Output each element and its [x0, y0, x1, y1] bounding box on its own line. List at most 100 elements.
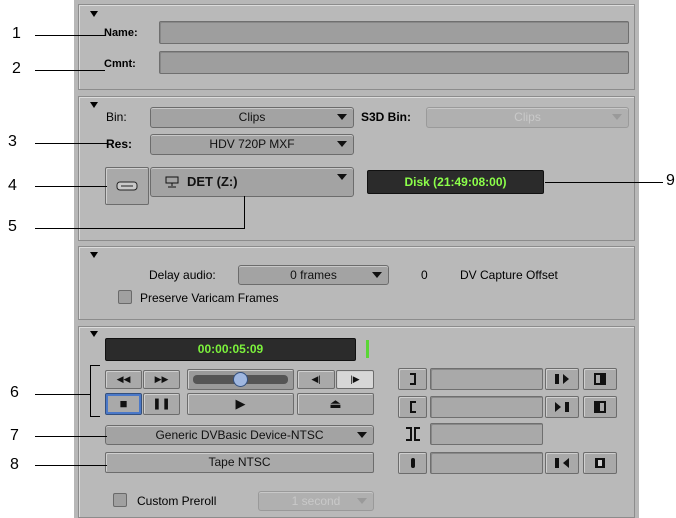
s3d-bin-label: S3D Bin: [361, 110, 412, 124]
callout-4-line [35, 186, 107, 187]
callout-3-line [35, 143, 107, 144]
callout-2: 2 [12, 60, 21, 77]
callout-8-line [35, 465, 107, 466]
bracket-left-icon [409, 401, 416, 413]
name-field[interactable] [159, 21, 629, 44]
fast-forward-button[interactable]: ▶▶ [143, 370, 180, 389]
custom-preroll-label: Custom Preroll [137, 494, 217, 508]
drive-icon [165, 176, 179, 188]
callout-5: 5 [8, 218, 17, 235]
clip-name-field[interactable] [430, 452, 543, 474]
clear-in-button[interactable] [583, 368, 617, 390]
step-back-button[interactable]: ◀| [297, 370, 335, 389]
callout-7: 7 [10, 427, 19, 444]
callout-1-line [35, 35, 105, 36]
comment-field[interactable] [159, 51, 629, 74]
resolution-dropdown[interactable]: HDV 720P MXF [150, 134, 354, 155]
mark-out-button[interactable] [545, 396, 579, 418]
callout-6-line [35, 394, 90, 395]
mark-in-icon [555, 374, 569, 384]
drive-icon [116, 181, 138, 191]
stop-button[interactable]: ■ [105, 393, 142, 415]
callout-2-line [35, 70, 105, 71]
callout-3: 3 [8, 133, 17, 150]
fast-forward-icon: ▶▶ [154, 374, 169, 384]
eject-icon: ⏏ [329, 396, 342, 411]
mark-in-button[interactable] [545, 368, 579, 390]
go-to-in-button[interactable] [398, 368, 427, 390]
bracket-right-icon [409, 373, 416, 385]
callout-9: 9 [666, 172, 675, 189]
chevron-down-icon [357, 432, 367, 438]
clear-in-icon [594, 373, 606, 385]
clear-out-button[interactable] [583, 396, 617, 418]
delay-audio-dropdown[interactable]: 0 frames [238, 265, 389, 285]
chevron-down-icon [612, 114, 622, 120]
collapse-triangle-icon[interactable] [90, 102, 98, 108]
log-clip-button[interactable] [545, 452, 579, 474]
eject-button[interactable]: ⏏ [297, 393, 374, 415]
callout-7-line [35, 436, 107, 437]
res-label: Res: [106, 137, 133, 151]
collapse-triangle-icon[interactable] [90, 11, 98, 17]
delay-audio-value: 0 frames [290, 268, 337, 282]
rewind-icon: ◀◀ [116, 374, 131, 384]
chevron-down-icon [372, 272, 382, 278]
callout-8: 8 [10, 456, 19, 473]
goto-mark-button[interactable] [398, 452, 427, 474]
step-forward-button[interactable]: |▶ [336, 370, 374, 389]
preroll-value: 1 second [291, 494, 341, 508]
collapse-triangle-icon[interactable] [90, 331, 98, 337]
pause-button[interactable]: ❚❚ [143, 393, 180, 415]
dv-offset-label: DV Capture Offset [460, 268, 558, 282]
name-section [78, 4, 635, 90]
callout-5-line [35, 228, 245, 229]
callout-9-line [545, 182, 663, 183]
chevron-down-icon [337, 141, 347, 147]
name-label: Name: [104, 27, 138, 39]
deck-status-indicator [366, 340, 369, 358]
target-drive-dropdown[interactable]: DET (Z:) [150, 167, 354, 197]
shuttle-knob[interactable] [233, 372, 248, 387]
play-icon: ▶ [235, 396, 246, 411]
deck-device-dropdown[interactable]: Generic DVBasic Device-NTSC [105, 425, 374, 445]
s3d-bin-dropdown: Clips [426, 107, 629, 128]
callout-1: 1 [12, 25, 21, 42]
custom-preroll-checkbox[interactable] [113, 493, 127, 507]
disk-space-display: Disk (21:49:08:00) [367, 170, 544, 194]
pause-icon: ❚❚ [152, 398, 171, 410]
preserve-varicam-checkbox[interactable] [118, 290, 132, 304]
single-drive-toggle-button[interactable] [105, 167, 149, 205]
delay-audio-label: Delay audio: [149, 268, 216, 282]
chevron-down-icon [357, 498, 367, 504]
bin-value: Clips [238, 110, 266, 124]
callout-5-line-vertical [244, 196, 245, 229]
shuttle-slider[interactable] [187, 369, 294, 390]
go-to-out-button[interactable] [398, 396, 427, 418]
step-forward-icon: |▶ [350, 374, 360, 384]
resolution-value: HDV 720P MXF [209, 137, 295, 151]
callout-6: 6 [10, 384, 19, 401]
record-button[interactable] [583, 452, 617, 474]
collapse-triangle-icon[interactable] [90, 252, 98, 258]
callout-4: 4 [8, 177, 17, 194]
disk-space-value: Disk (21:49:08:00) [404, 175, 507, 189]
rewind-button[interactable]: ◀◀ [105, 370, 142, 389]
log-clip-icon [555, 458, 569, 468]
tape-name-button[interactable]: Tape NTSC [105, 452, 374, 473]
chevron-down-icon [337, 174, 347, 180]
marker-icon [410, 458, 415, 468]
duration-timecode-field[interactable] [430, 423, 543, 445]
mark-in-timecode-field[interactable] [430, 368, 543, 390]
duration-icon [404, 426, 422, 442]
mark-out-timecode-field[interactable] [430, 396, 543, 418]
play-button[interactable]: ▶ [187, 393, 294, 415]
stop-icon: ■ [119, 396, 128, 411]
comment-label: Cmnt: [104, 58, 136, 70]
bin-dropdown[interactable]: Clips [150, 107, 354, 128]
s3d-bin-value: Clips [514, 110, 541, 124]
deck-device-value: Generic DVBasic Device-NTSC [155, 428, 324, 442]
callout-6-bracket [90, 365, 100, 417]
chevron-down-icon [337, 114, 347, 120]
dv-offset-value: 0 [421, 268, 428, 282]
